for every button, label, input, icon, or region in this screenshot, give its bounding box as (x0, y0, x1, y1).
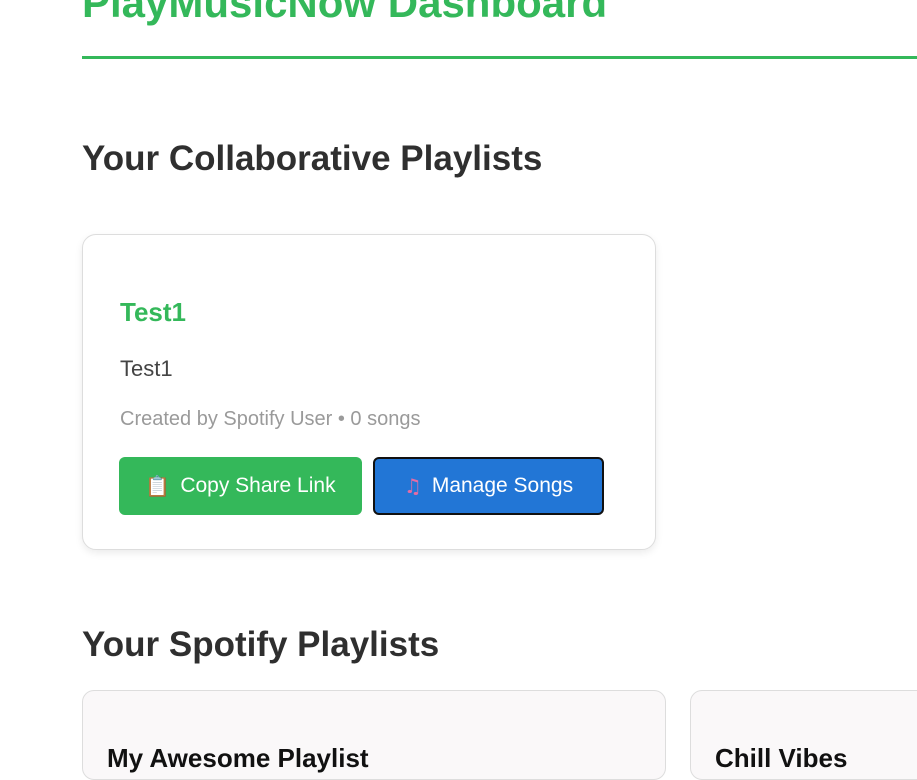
music-note-icon: ♫ (403, 474, 422, 498)
spotify-playlist-title: My Awesome Playlist (107, 743, 369, 773)
playlist-meta: Created by Spotify User • 0 songs (120, 408, 421, 430)
title-divider (82, 56, 917, 59)
spotify-playlist-card[interactable]: Chill Vibes (690, 690, 917, 780)
copy-share-link-button[interactable]: 📋 Copy Share Link (119, 457, 362, 515)
copy-share-link-label: Copy Share Link (180, 474, 336, 497)
page-title: PlayMusicNow Dashboard (82, 0, 608, 26)
playlist-name: Test1 (120, 297, 186, 327)
collaborative-playlists-heading: Your Collaborative Playlists (82, 139, 543, 178)
clipboard-icon: 📋 (145, 474, 171, 498)
collaborative-playlist-card: Test1 Test1 Created by Spotify User • 0 … (82, 234, 656, 550)
spotify-playlist-card[interactable]: My Awesome Playlist (82, 690, 666, 780)
manage-songs-label: Manage Songs (431, 474, 574, 497)
spotify-playlist-title: Chill Vibes (715, 743, 848, 773)
manage-songs-button[interactable]: ♫ Manage Songs (373, 457, 604, 515)
playlist-description: Test1 (120, 356, 173, 381)
spotify-playlists-heading: Your Spotify Playlists (82, 625, 440, 664)
